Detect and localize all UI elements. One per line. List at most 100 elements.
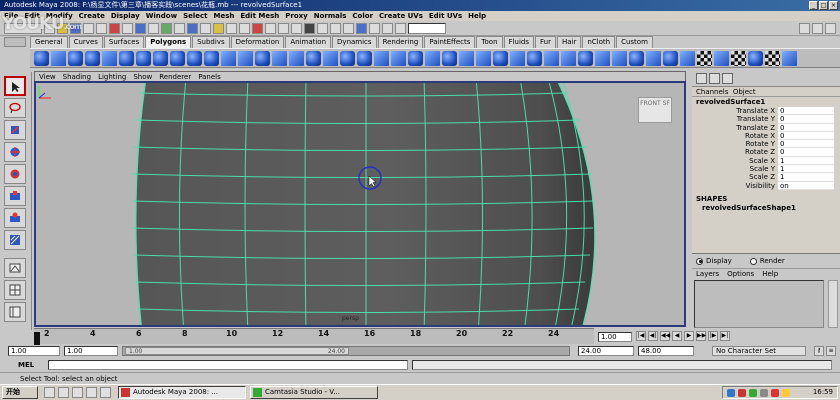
reverse-normals-icon[interactable] [782,50,797,66]
single-perspective-layout[interactable] [4,258,26,278]
menu-display[interactable]: Display [111,11,140,21]
go-to-end-icon[interactable]: ▶| [720,331,730,341]
shape-node-name[interactable]: revolvedSurfaceShape1 [692,204,840,213]
snap-point-icon[interactable] [278,22,289,34]
taskbar-item-maya[interactable]: Autodesk Maya 2008: ... [118,386,246,399]
attr-value[interactable]: 0 [778,140,834,149]
shelf-tab-fluids[interactable]: Fluids [503,36,534,48]
boolean-union-icon[interactable] [272,50,287,66]
help-menu[interactable]: Help [762,270,778,278]
attr-value[interactable]: 0 [778,131,834,141]
collapse-icon[interactable] [612,50,627,66]
attr-value[interactable]: 1 [778,165,834,174]
construction-history-icon[interactable] [343,22,354,34]
boolean-difference-icon[interactable] [289,50,304,66]
merge-icon[interactable] [578,50,593,66]
volume-tray-icon[interactable] [760,389,768,397]
attr-value[interactable]: 1 [778,173,834,182]
planar-mapping-icon[interactable] [629,50,644,66]
paint-select-tool[interactable] [4,120,26,140]
shelf-tab-fur[interactable]: Fur [534,36,556,48]
current-frame-marker[interactable] [34,332,40,345]
shelf-tab-subdivs[interactable]: Subdivs [192,36,230,48]
menu-select[interactable]: Select [183,11,207,21]
poly-sphere-icon[interactable] [34,50,49,66]
make-hole-icon[interactable] [442,50,457,66]
attr-translate-z[interactable]: Translate Z0 [692,123,840,132]
bridge-icon[interactable] [544,50,559,66]
quick-selection-field[interactable] [408,22,446,34]
layer-list[interactable] [694,280,824,328]
uv-editor-icon[interactable] [714,50,729,66]
poly-cube-icon[interactable] [51,50,66,66]
browser-quicklaunch-icon[interactable] [58,387,69,398]
poly-cone-icon[interactable] [85,50,100,66]
taskbar-item-camtasia[interactable]: Camtasia Studio - V... [250,386,378,399]
key-icon[interactable]: ⚷ [814,346,824,356]
attr-rotate-z[interactable]: Rotate Z0 [692,148,840,157]
poly-plane-icon[interactable] [102,50,117,66]
step-forward-icon[interactable]: |▶ [708,331,718,341]
recorder-tray-icon[interactable] [749,389,757,397]
show-tool-settings-icon[interactable] [812,22,823,34]
shelf-tab-dynamics[interactable]: Dynamics [332,36,377,48]
shelf-tab-polygons[interactable]: Polygons [145,36,192,48]
render-layer-radio[interactable]: Render [749,257,785,265]
shelf-tab-hair[interactable]: Hair [556,36,582,48]
range-slider-handle[interactable]: 1.00 24.00 [125,347,349,355]
attr-value[interactable]: 0 [778,115,834,124]
show-channel-box-icon[interactable] [825,22,836,34]
perspective-outliner-layout[interactable] [4,302,26,322]
spherical-mapping-icon[interactable] [663,50,678,66]
menu-window[interactable]: Window [146,11,177,21]
poly-torus-icon[interactable] [119,50,134,66]
node-name[interactable]: revolvedSurface1 [692,97,840,107]
highlight-selection-icon[interactable] [239,22,250,34]
mask-misc-icon[interactable] [213,22,224,34]
poly-helix-icon[interactable] [187,50,202,66]
attr-rotate-x[interactable]: Rotate X0 [692,131,840,141]
ipr-render-icon[interactable] [382,22,393,34]
show-attribute-editor-icon[interactable] [799,22,810,34]
character-set-selector[interactable]: No Character Set [712,346,806,356]
viewport-menu-lighting[interactable]: Lighting [98,72,126,81]
channel-box-icon[interactable] [696,73,707,84]
maximize-button[interactable]: □ [819,1,828,10]
soften-edge-icon[interactable] [748,50,763,66]
mask-dynamics-icon[interactable] [187,22,198,34]
go-to-start-icon[interactable]: |◀ [636,331,646,341]
viewport-menu-show[interactable]: Show [133,72,152,81]
show-manipulator-tool[interactable] [4,230,26,250]
attr-visibility[interactable]: Visibility on [692,181,840,190]
minimize-button[interactable]: _ [809,1,818,10]
menu-edit-mesh[interactable]: Edit Mesh [240,11,279,21]
attr-value[interactable]: 0 [778,148,834,157]
mirror-geometry-icon[interactable] [323,50,338,66]
step-back-key-icon[interactable]: ◀◀ [660,331,670,341]
mask-deformers-icon[interactable] [174,22,185,34]
select-tool[interactable] [4,76,26,96]
attr-scale-y[interactable]: Scale Y1 [692,165,840,174]
layers-menu[interactable]: Layers [696,270,719,278]
shelf-tab-deformation[interactable]: Deformation [230,36,285,48]
soft-modification-tool[interactable] [4,208,26,228]
move-tool[interactable] [4,142,26,162]
antivirus-tray-icon[interactable] [738,389,746,397]
mask-rendering-icon[interactable] [200,22,211,34]
step-back-icon[interactable]: ◀| [648,331,658,341]
output-history-icon[interactable] [330,22,341,34]
attr-rotate-y[interactable]: Rotate Y0 [692,140,840,149]
select-by-component-icon[interactable] [109,22,120,34]
time-slider[interactable]: 2 4 6 8 10 12 14 16 18 20 22 24 [34,328,594,345]
display-layer-radio[interactable]: Display [696,257,732,265]
checker-map-icon[interactable] [731,50,746,66]
attr-value[interactable]: 0 [778,107,834,116]
mask-joints-icon[interactable] [135,22,146,34]
snap-view-plane-icon[interactable] [291,22,302,34]
poly-soccer-ball-icon[interactable] [204,50,219,66]
poly-prism-icon[interactable] [136,50,151,66]
menu-color[interactable]: Color [352,11,373,21]
menu-create-uvs[interactable]: Create UVs [379,11,423,21]
shelf-tab-painteffects[interactable]: PaintEffects [424,36,476,48]
media-quicklaunch-icon[interactable] [86,387,97,398]
